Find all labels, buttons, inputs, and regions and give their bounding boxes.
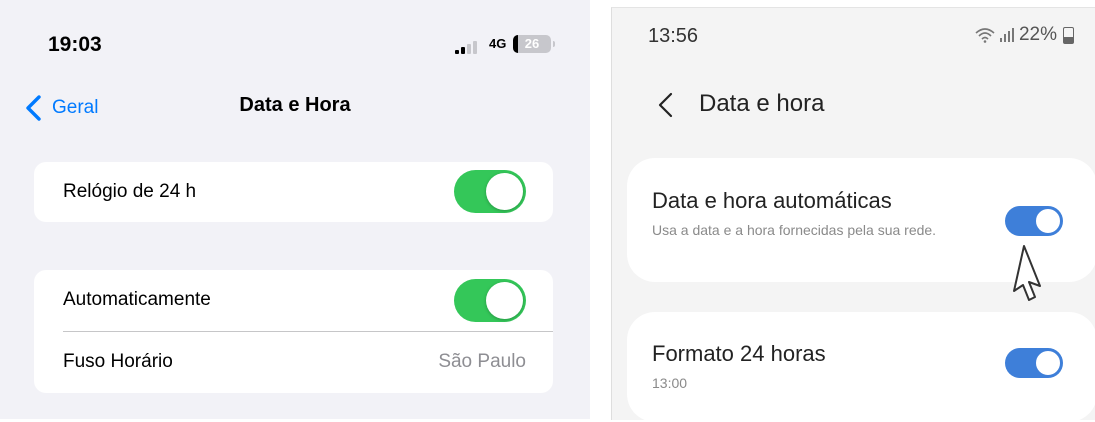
battery-level: 26: [524, 36, 540, 51]
status-time: 13:56: [648, 25, 699, 47]
item-title: Data e hora automáticas: [652, 188, 892, 213]
battery-icon: [1063, 26, 1074, 44]
item-subtitle: Usa a data e a hora fornecidas pela sua …: [652, 222, 937, 238]
toggle-automatic[interactable]: [454, 279, 526, 322]
ios-group-clock: Relógio de 24 h: [34, 162, 553, 222]
ios-status-bar: 19:03 4G 26: [0, 0, 590, 80]
battery-cap: [553, 41, 555, 47]
item-subtitle: 13:00: [652, 375, 688, 391]
row-time-zone[interactable]: Fuso Horário São Paulo: [34, 332, 553, 393]
row-label: Automaticamente: [63, 289, 211, 310]
item-24-hour-format[interactable]: Formato 24 horas 13:00: [627, 312, 1095, 422]
toggle-24h-clock[interactable]: [454, 170, 526, 213]
android-status-icons: 22%: [975, 24, 1074, 46]
signal-bars-icon: [999, 28, 1014, 42]
back-arrow-icon[interactable]: [654, 90, 678, 120]
wifi-icon: [975, 28, 995, 43]
time-zone-value: São Paulo: [438, 351, 526, 372]
page-title: Data e Hora: [239, 94, 351, 116]
battery-icon: 26: [513, 35, 551, 53]
row-label: Fuso Horário: [63, 351, 173, 372]
toggle-24-hour-format[interactable]: [1005, 348, 1063, 378]
ios-settings-panel: 19:03 4G 26 Geral Data e Hora Relógio de…: [0, 0, 590, 419]
signal-bars-icon: [455, 40, 483, 54]
row-automatic[interactable]: Automaticamente: [34, 270, 553, 331]
page-title: Data e hora: [699, 90, 825, 117]
row-24h-clock[interactable]: Relógio de 24 h: [34, 162, 553, 222]
ios-group-timezone: Automaticamente Fuso Horário São Paulo: [34, 270, 553, 393]
ios-nav-bar: Geral Data e Hora: [0, 80, 590, 136]
android-settings-panel: 13:56 22% Data e hora Data e hora automá…: [611, 7, 1095, 422]
status-time: 19:03: [48, 33, 102, 56]
row-label: Relógio de 24 h: [63, 181, 197, 202]
item-title: Formato 24 horas: [652, 341, 826, 366]
network-type: 4G: [489, 36, 507, 51]
battery-level: 22%: [1018, 24, 1057, 45]
mouse-pointer-icon: [1013, 245, 1041, 301]
toggle-automatic-date-time[interactable]: [1005, 206, 1063, 236]
